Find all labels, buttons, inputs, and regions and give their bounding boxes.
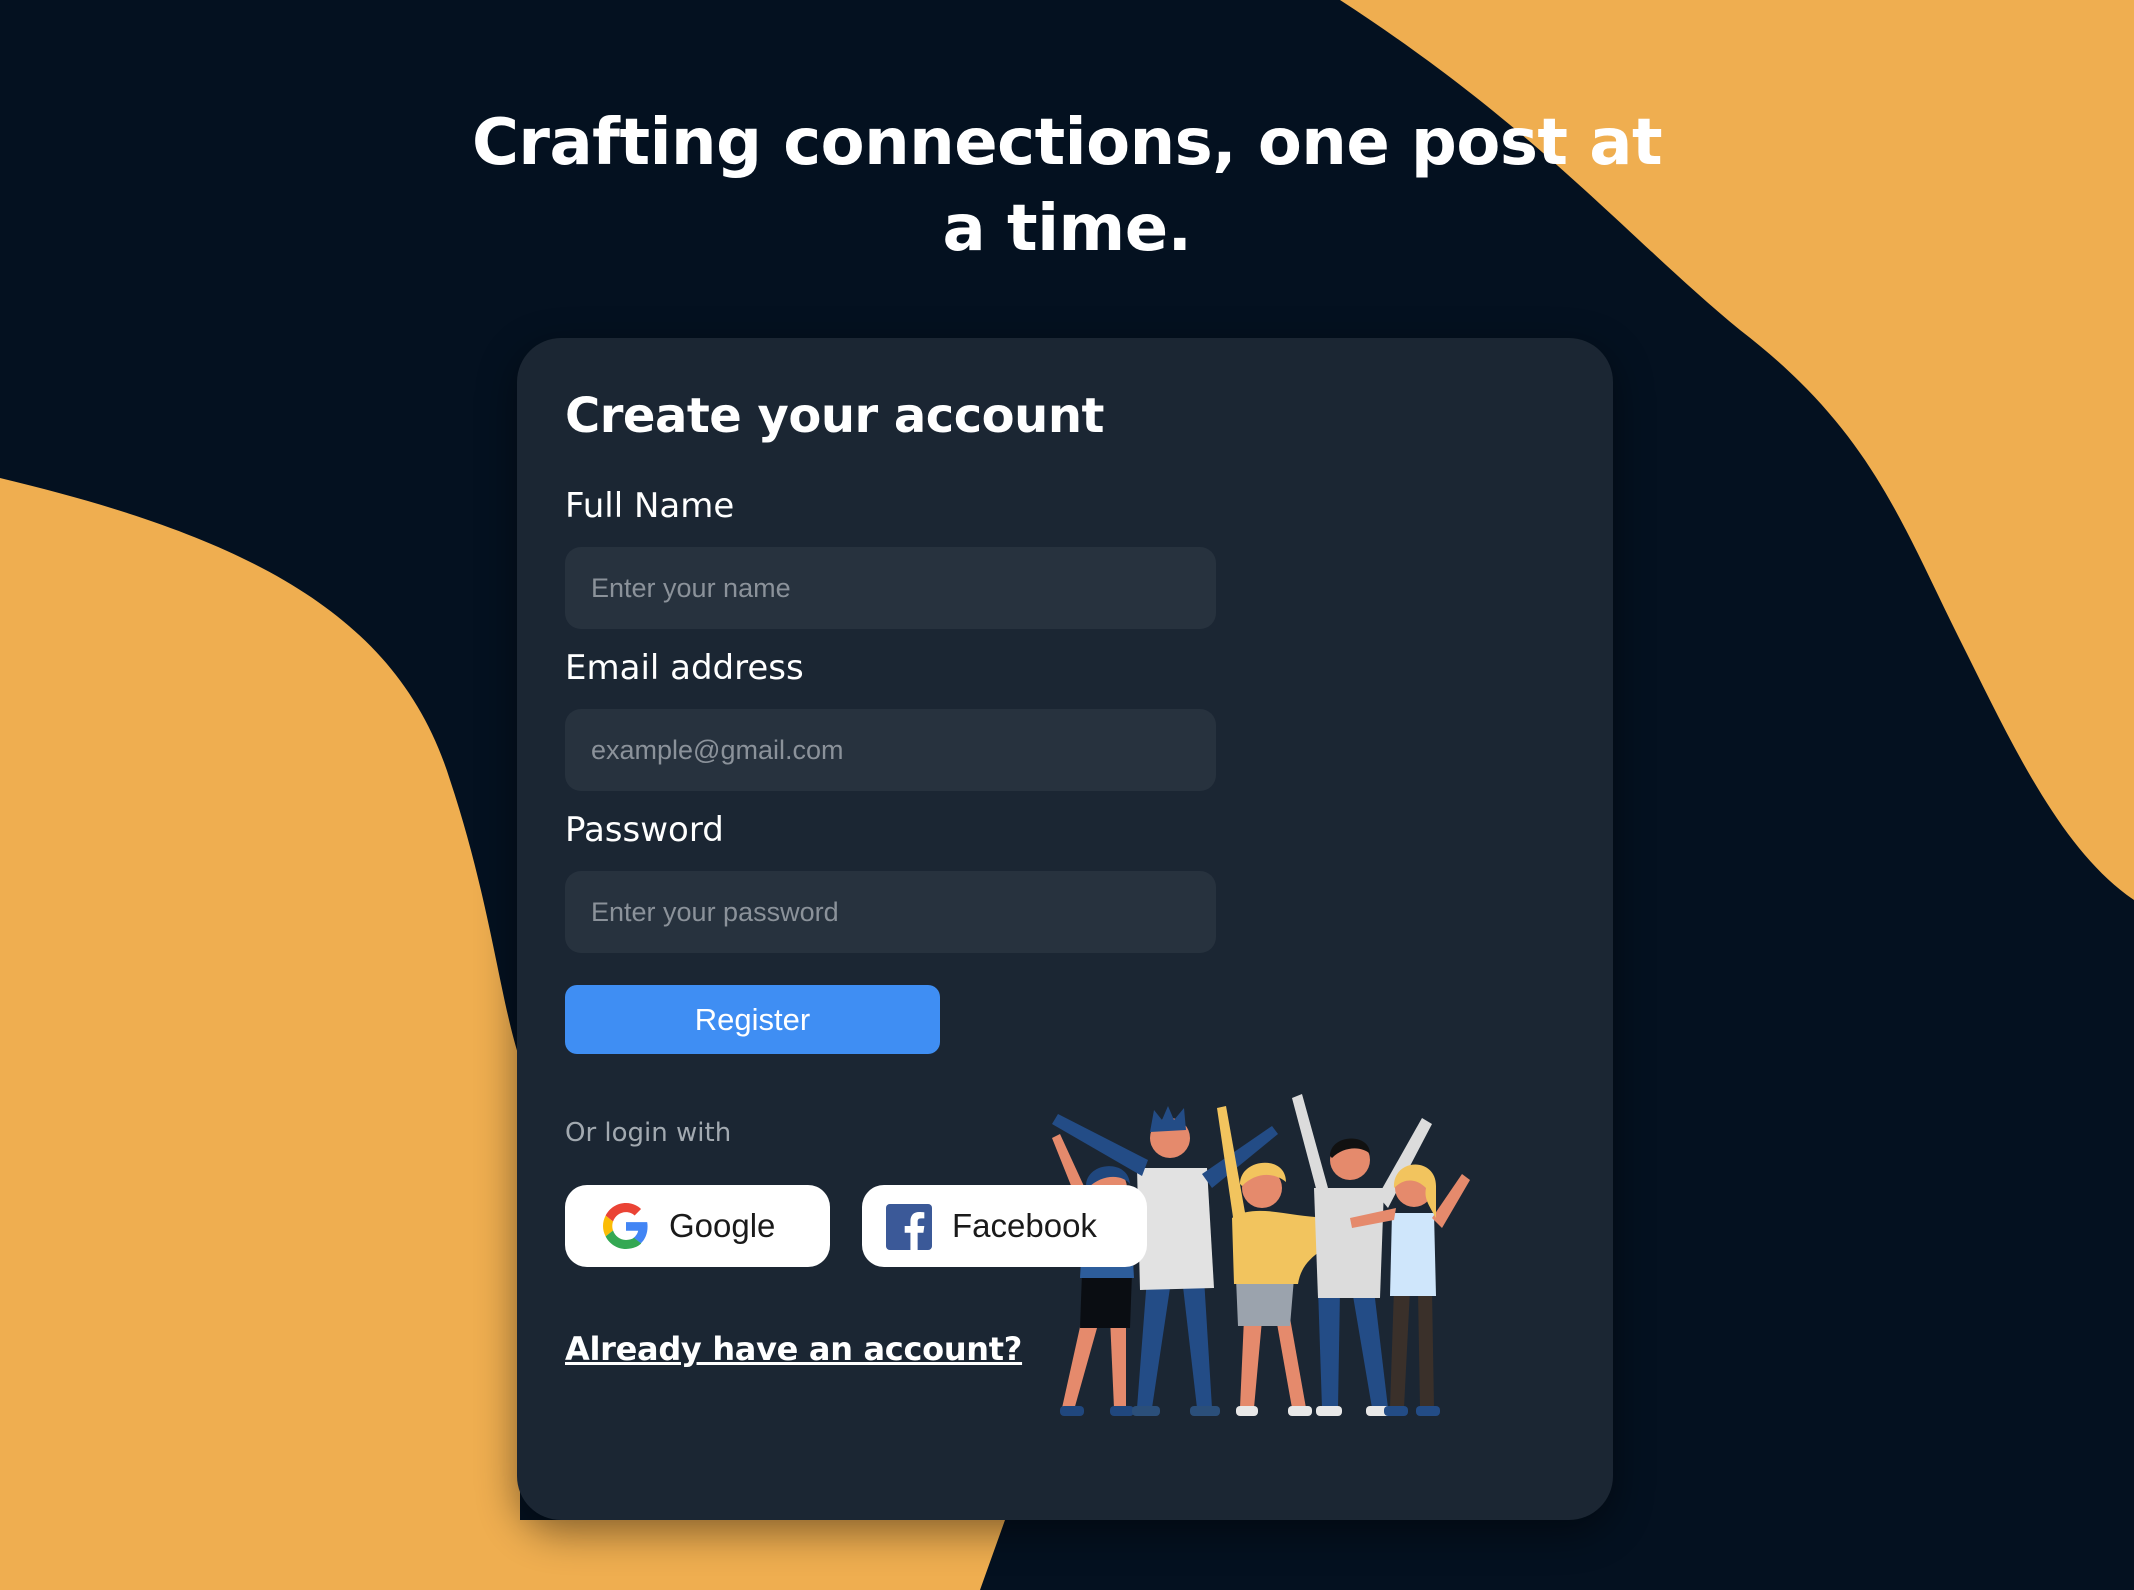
page-headline: Crafting connections, one post at a time… [471,106,1663,266]
password-label: Password [565,810,724,850]
signup-page: Crafting connections, one post at a time… [0,0,2134,1590]
email-label: Email address [565,648,804,688]
facebook-button-label: Facebook [952,1207,1097,1244]
google-login-button[interactable]: Google [565,1185,830,1267]
google-button-label: Google [669,1207,776,1244]
form-title: Create your account [565,388,1104,444]
signup-card: Create your account Full Name Email addr… [517,338,1613,1520]
or-login-label: Or login with [565,1118,732,1148]
email-input[interactable] [565,709,1216,791]
full-name-label: Full Name [565,486,735,526]
facebook-login-button[interactable]: Facebook [862,1185,1147,1267]
password-input[interactable] [565,871,1216,953]
full-name-input[interactable] [565,547,1216,629]
already-have-account-link[interactable]: Already have an account? [565,1330,1022,1368]
google-icon [603,1203,649,1249]
facebook-icon [886,1203,932,1250]
register-button[interactable]: Register [565,985,940,1054]
